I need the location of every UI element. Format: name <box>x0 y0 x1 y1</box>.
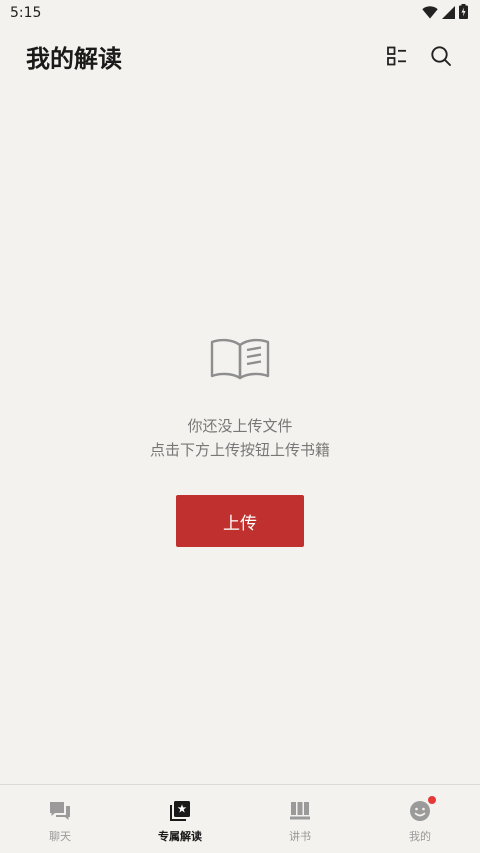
nav-label-exclusive-reading: 专属解读 <box>158 830 202 843</box>
battery-charging-icon <box>459 3 468 23</box>
nav-item-profile[interactable]: 我的 <box>360 785 480 853</box>
empty-state: 你还没上传文件 点击下方上传按钮上传书籍 上传 <box>0 336 480 547</box>
status-time: 5:15 <box>10 5 42 21</box>
nav-item-book-talk[interactable]: 讲书 <box>240 785 360 853</box>
star-book-icon <box>168 799 192 823</box>
page-title: 我的解读 <box>26 43 122 73</box>
chat-icon <box>48 799 72 823</box>
empty-message-line1: 你还没上传文件 <box>187 417 293 435</box>
header-actions <box>386 45 452 67</box>
empty-message-line2: 点击下方上传按钮上传书籍 <box>149 441 330 459</box>
nav-item-exclusive-reading[interactable]: 专属解读 <box>120 785 240 853</box>
notification-badge <box>428 796 436 804</box>
status-bar: 5:15 <box>0 0 480 26</box>
bottom-nav: 聊天 专属解读 讲书 我的 <box>0 784 480 853</box>
books-icon <box>288 799 312 823</box>
upload-button[interactable]: 上传 <box>176 495 304 547</box>
status-icons <box>422 3 468 23</box>
wifi-icon <box>422 4 438 23</box>
open-book-icon <box>210 336 270 384</box>
nav-label-profile: 我的 <box>409 830 431 843</box>
nav-item-chat[interactable]: 聊天 <box>0 785 120 853</box>
list-view-icon[interactable] <box>386 45 408 67</box>
empty-message: 你还没上传文件 点击下方上传按钮上传书籍 <box>150 414 330 462</box>
search-icon[interactable] <box>430 45 452 67</box>
nav-label-book-talk: 讲书 <box>289 830 311 843</box>
app-header: 我的解读 <box>0 34 480 78</box>
signal-icon <box>442 4 455 23</box>
nav-label-chat: 聊天 <box>49 830 71 843</box>
